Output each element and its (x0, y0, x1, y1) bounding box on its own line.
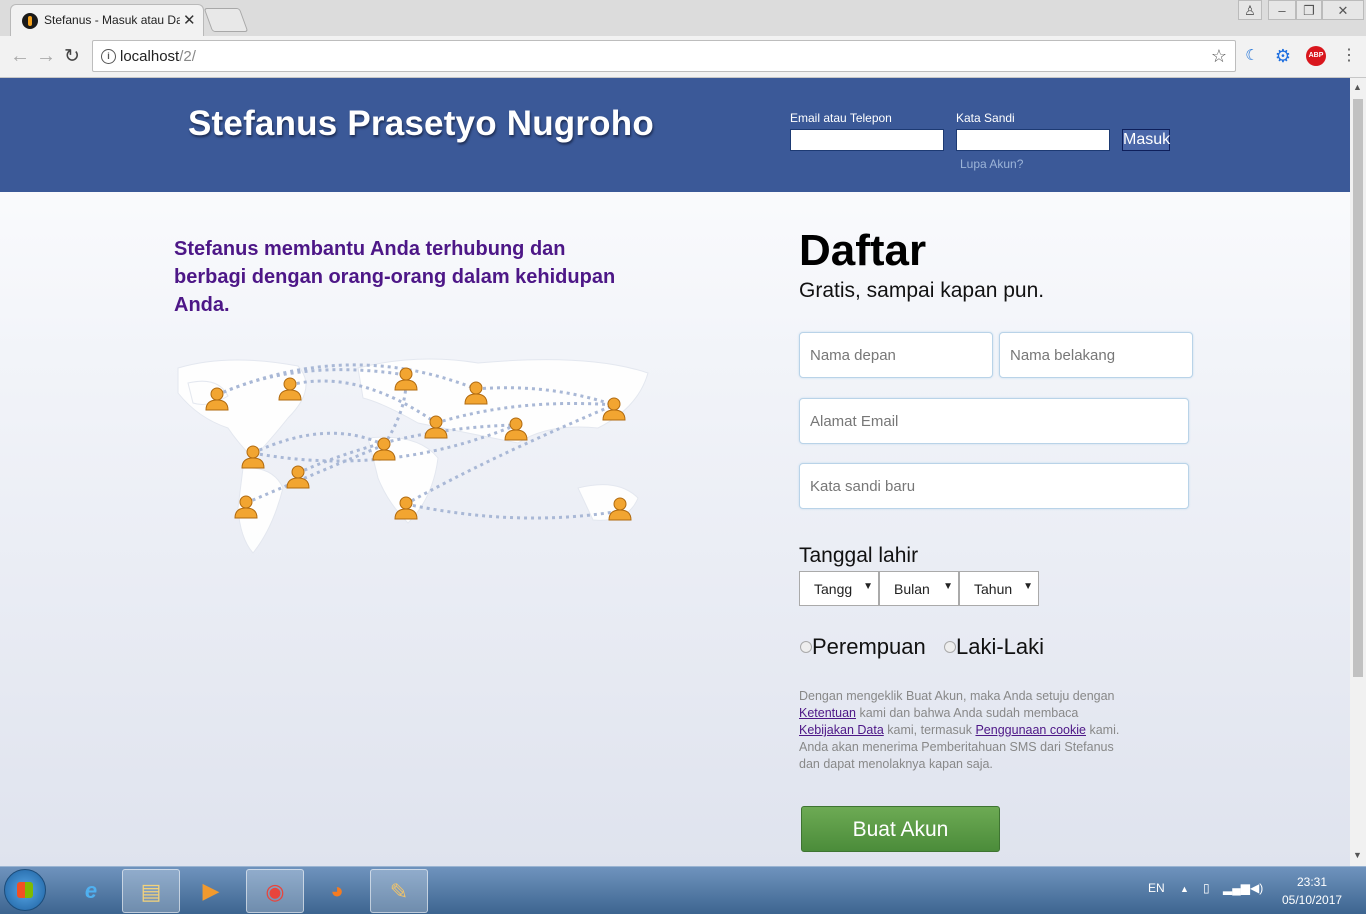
new-password-placeholder: Kata sandi baru (810, 478, 916, 495)
last-name-placeholder: Nama belakang (1010, 347, 1116, 364)
url-text: localhost/2/ (120, 48, 196, 65)
tagline: Stefanus membantu Anda terhubung dan ber… (174, 238, 616, 316)
minimize-button[interactable]: – (1268, 0, 1296, 20)
cookie-use-link[interactable]: Penggunaan cookie (975, 723, 1086, 737)
email-placeholder: Alamat Email (810, 413, 899, 430)
tab-title: Stefanus - Masuk atau Da (44, 13, 180, 27)
forgot-account-link[interactable]: Lupa Akun? (960, 157, 1023, 171)
site-favicon-icon (22, 13, 38, 29)
profile-icon[interactable]: ♙ (1238, 0, 1262, 20)
info-icon[interactable]: i (101, 49, 116, 64)
month-select[interactable]: Bulan ▼ (879, 571, 959, 606)
first-name-placeholder: Nama depan (810, 347, 896, 364)
world-map-illustration (177, 358, 649, 554)
battery-icon[interactable]: ▯ (1203, 881, 1210, 895)
show-hidden-icons-icon[interactable]: ▲ (1180, 884, 1189, 894)
clock-date: 05/10/2017 (1282, 893, 1343, 907)
adblock-icon[interactable]: ABP (1306, 46, 1326, 66)
create-account-button[interactable]: Buat Akun (801, 806, 1000, 852)
gender-female-label[interactable]: Perempuan (812, 634, 926, 660)
paint-icon[interactable]: ✎ (370, 869, 428, 913)
browser-tab-strip: Stefanus - Masuk atau Da ✕ ♙ – ❐ ✕ (0, 0, 1366, 36)
new-tab-button[interactable] (203, 8, 249, 32)
address-bar[interactable]: i localhost/2/ ☆ (92, 40, 1236, 72)
reload-icon[interactable]: ↻ (64, 45, 80, 68)
chrome-icon[interactable]: ◉ (246, 869, 304, 913)
forward-icon[interactable]: → (36, 45, 56, 68)
gender-female-radio[interactable] (800, 641, 812, 653)
close-tab-icon[interactable]: ✕ (183, 11, 196, 29)
media-player-icon[interactable]: ▶ (182, 869, 240, 913)
login-button[interactable]: Masuk (1122, 129, 1170, 151)
web-page: Stefanus Prasetyo Nugroho Email atau Tel… (0, 78, 1350, 866)
new-password-input[interactable]: Kata sandi baru (799, 463, 1189, 509)
last-name-input[interactable]: Nama belakang (999, 332, 1193, 378)
dropdown-arrow-icon: ▼ (1023, 581, 1033, 592)
first-name-input[interactable]: Nama depan (799, 332, 993, 378)
gender-male-radio[interactable] (944, 641, 956, 653)
back-icon[interactable]: ← (10, 45, 30, 68)
year-select[interactable]: Tahun ▼ (959, 571, 1039, 606)
firefox-icon[interactable]: ◕ (308, 869, 366, 913)
close-window-button[interactable]: ✕ (1322, 0, 1364, 20)
extension-gear-icon[interactable]: ⚙ (1273, 46, 1293, 66)
network-signal-icon[interactable]: ▂▄▆ (1223, 881, 1250, 895)
email-input[interactable]: Alamat Email (799, 398, 1189, 444)
start-button[interactable] (4, 869, 46, 911)
browser-tab[interactable]: Stefanus - Masuk atau Da ✕ (10, 4, 204, 36)
bookmark-star-icon[interactable]: ☆ (1211, 46, 1227, 67)
scroll-up-icon[interactable]: ▲ (1353, 82, 1362, 92)
dropdown-arrow-icon: ▼ (943, 581, 953, 592)
restore-button[interactable]: ❐ (1296, 0, 1322, 20)
file-explorer-icon[interactable]: ▤ (122, 869, 180, 913)
data-policy-link[interactable]: Kebijakan Data (799, 723, 884, 737)
language-indicator[interactable]: EN (1148, 881, 1165, 895)
terms-link[interactable]: Ketentuan (799, 706, 856, 720)
terms-text: Dengan mengeklik Buat Akun, maka Anda se… (799, 689, 1120, 771)
site-header: Stefanus Prasetyo Nugroho Email atau Tel… (0, 78, 1350, 192)
site-logo[interactable]: Stefanus Prasetyo Nugroho (188, 104, 654, 144)
scroll-thumb[interactable] (1353, 99, 1363, 677)
scroll-down-icon[interactable]: ▼ (1353, 850, 1362, 860)
birthdate-label: Tanggal lahir (799, 544, 919, 567)
dropdown-arrow-icon: ▼ (863, 581, 873, 592)
volume-icon[interactable]: ◀) (1250, 881, 1263, 895)
login-email-input[interactable] (790, 129, 944, 151)
signup-title: Daftar (799, 226, 927, 275)
day-select[interactable]: Tangg ▼ (799, 571, 879, 606)
page-scrollbar[interactable]: ▲ ▼ (1350, 78, 1366, 866)
extension-moon-icon[interactable]: ☾ (1242, 46, 1262, 66)
clock-time: 23:31 (1296, 875, 1328, 889)
taskbar: e ▤ ▶ ◉ ◕ ✎ EN ▲ ▯ ▂▄▆ ◀) 23:31 05/10/20… (0, 866, 1366, 914)
internet-explorer-icon[interactable]: e (62, 869, 120, 913)
gender-male-label[interactable]: Laki-Laki (956, 634, 1044, 660)
signup-subtitle: Gratis, sampai kapan pun. (799, 279, 1045, 302)
login-password-input[interactable] (956, 129, 1110, 151)
email-label: Email atau Telepon (790, 111, 892, 125)
menu-icon[interactable]: ⋮ (1339, 46, 1359, 66)
browser-toolbar: ← → ↻ i localhost/2/ ☆ ☾ ⚙ ABP ⋮ (0, 36, 1366, 78)
password-label: Kata Sandi (956, 111, 1015, 125)
system-clock[interactable]: 23:31 05/10/2017 (1282, 873, 1342, 909)
